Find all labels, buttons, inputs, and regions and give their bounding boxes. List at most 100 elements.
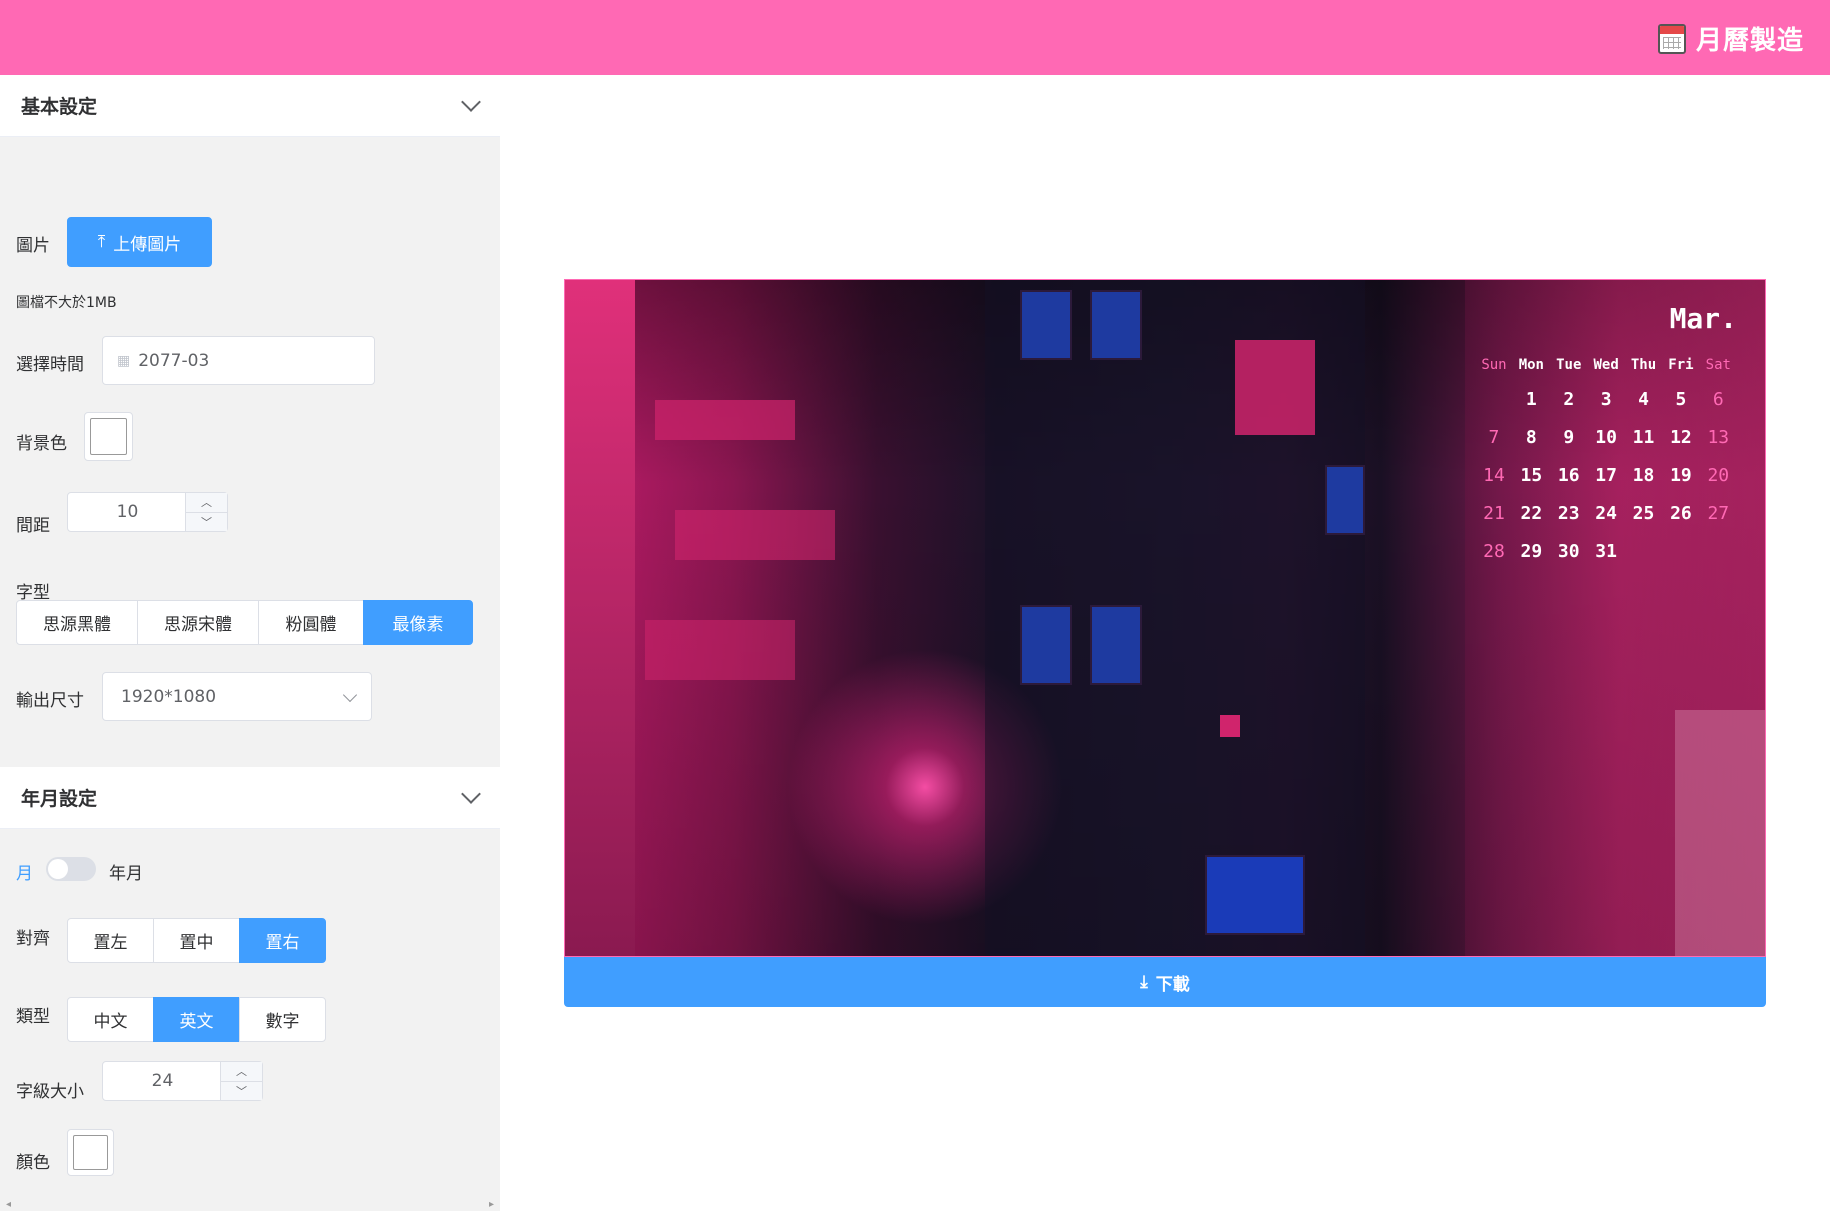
balcony bbox=[675, 510, 835, 560]
building-left bbox=[565, 280, 635, 956]
time-label: 選擇時間 bbox=[16, 355, 84, 375]
align-option-0[interactable]: 置左 bbox=[67, 918, 154, 963]
lit-window bbox=[1235, 340, 1315, 435]
brand[interactable]: 月曆製造 bbox=[1657, 20, 1804, 57]
download-button-label: 下載 bbox=[1155, 974, 1190, 995]
basic-settings-body: 圖片 ⤒ 上傳圖片 圖檔不大於1MB 選擇時間 ▦ 2077-03 背景色 間距… bbox=[0, 137, 500, 767]
scroll-right-icon[interactable]: ▸ bbox=[489, 1199, 494, 1210]
calendar-day bbox=[1700, 537, 1737, 567]
output-size-value: 1920*1080 bbox=[121, 686, 217, 707]
type-button-group: 中文 英文 數字 bbox=[67, 997, 326, 1042]
decrease-icon[interactable]: ﹀ bbox=[186, 513, 227, 532]
brand-title: 月曆製造 bbox=[1695, 26, 1804, 56]
shutter bbox=[1675, 710, 1765, 956]
calendar-day: 24 bbox=[1595, 503, 1617, 524]
year-month-toggle[interactable] bbox=[46, 857, 96, 881]
calendar-day: 26 bbox=[1670, 503, 1692, 524]
calendar-day: 15 bbox=[1520, 465, 1543, 486]
font-size-input[interactable]: 24 ︿ ﹀ bbox=[102, 1061, 263, 1101]
calendar-day: 9 bbox=[1563, 427, 1575, 448]
calendar-day: 5 bbox=[1675, 389, 1687, 410]
basic-settings-title: 基本設定 bbox=[21, 96, 98, 118]
month-settings-title: 年月設定 bbox=[21, 788, 98, 810]
increase-icon[interactable]: ︿ bbox=[186, 493, 227, 513]
font-option-3[interactable]: 最像素 bbox=[363, 600, 473, 645]
calendar-icon bbox=[1657, 23, 1686, 54]
chevron-down-icon[interactable] bbox=[461, 91, 481, 112]
bg-color-swatch bbox=[90, 418, 127, 455]
weekday-sun: Sun bbox=[1481, 357, 1507, 373]
scroll-left-icon[interactable]: ◂ bbox=[6, 1199, 11, 1210]
output-size-label: 輸出尺寸 bbox=[16, 691, 84, 711]
font-size-stepper[interactable]: ︿ ﹀ bbox=[220, 1062, 262, 1100]
window bbox=[1325, 465, 1365, 535]
type-option-1[interactable]: 英文 bbox=[153, 997, 240, 1042]
basic-settings-header[interactable]: 基本設定 bbox=[0, 75, 500, 137]
calendar-day: 23 bbox=[1557, 503, 1580, 524]
type-label: 類型 bbox=[16, 1007, 50, 1027]
calendar-small-icon: ▦ bbox=[117, 352, 131, 369]
bg-color-picker[interactable] bbox=[84, 412, 133, 461]
chevron-down-icon[interactable] bbox=[461, 783, 481, 804]
toggle-knob bbox=[48, 859, 68, 879]
month-color-picker[interactable] bbox=[67, 1129, 114, 1176]
calendar-day bbox=[1662, 537, 1699, 567]
calendar-day: 2 bbox=[1563, 389, 1575, 410]
spacing-stepper[interactable]: ︿ ﹀ bbox=[185, 493, 227, 531]
calendar-day: 10 bbox=[1595, 427, 1617, 448]
weekday-sat: Sat bbox=[1705, 357, 1731, 373]
download-icon: ⤓ bbox=[1140, 972, 1148, 992]
image-label: 圖片 bbox=[16, 236, 50, 256]
month-settings-header[interactable]: 年月設定 bbox=[0, 767, 500, 829]
balcony bbox=[655, 400, 795, 440]
align-option-2[interactable]: 置右 bbox=[239, 918, 326, 963]
horizontal-scrollbar[interactable]: ◂ ▸ bbox=[0, 1199, 500, 1211]
calendar-day: 30 bbox=[1557, 541, 1580, 562]
weekday-fri: Fri bbox=[1668, 357, 1694, 373]
calendar-day: 14 bbox=[1483, 465, 1505, 486]
calendar-day: 28 bbox=[1483, 541, 1505, 562]
window bbox=[1205, 855, 1305, 935]
bg-color-label: 背景色 bbox=[16, 434, 67, 454]
calendar-day: 25 bbox=[1632, 503, 1655, 524]
output-size-select[interactable]: 1920*1080 bbox=[102, 672, 372, 721]
font-size-label: 字級大小 bbox=[16, 1082, 84, 1102]
upload-hint: 圖檔不大於1MB bbox=[16, 295, 117, 311]
calendar-preview: Mar. Sun Mon Tue Wed Thu Fri Sat 1 2 3 4… bbox=[564, 279, 1766, 957]
window bbox=[1020, 290, 1072, 360]
window bbox=[1090, 290, 1142, 360]
calendar-day: 6 bbox=[1712, 389, 1724, 410]
spacing-input[interactable]: 10 ︿ ﹀ bbox=[67, 492, 228, 532]
calendar-day: 18 bbox=[1632, 465, 1655, 486]
download-button[interactable]: ⤓ 下載 bbox=[564, 957, 1766, 1007]
month-picker[interactable]: ▦ 2077-03 bbox=[102, 336, 375, 385]
calendar-day: 31 bbox=[1595, 541, 1617, 562]
align-label: 對齊 bbox=[16, 929, 50, 949]
increase-icon[interactable]: ︿ bbox=[221, 1062, 262, 1082]
upload-image-button[interactable]: ⤒ 上傳圖片 bbox=[67, 217, 212, 267]
color-label: 顏色 bbox=[16, 1153, 50, 1173]
type-option-2[interactable]: 數字 bbox=[239, 997, 326, 1042]
calendar-day: 21 bbox=[1483, 503, 1505, 524]
upload-icon: ⤒ bbox=[97, 232, 106, 252]
font-option-2[interactable]: 粉圓體 bbox=[258, 600, 364, 645]
font-size-value: 24 bbox=[151, 1071, 174, 1091]
window bbox=[1090, 605, 1142, 685]
spacing-label: 間距 bbox=[16, 516, 50, 536]
font-option-0[interactable]: 思源黑體 bbox=[16, 600, 138, 645]
month-color-swatch bbox=[73, 1135, 108, 1170]
calendar-day bbox=[1625, 537, 1662, 567]
decrease-icon[interactable]: ﹀ bbox=[221, 1082, 262, 1101]
toggle-month-label: 月 bbox=[16, 864, 33, 884]
type-option-0[interactable]: 中文 bbox=[67, 997, 154, 1042]
calendar-day: 12 bbox=[1670, 427, 1692, 448]
balcony bbox=[645, 620, 795, 680]
calendar-day: 29 bbox=[1520, 541, 1543, 562]
calendar-day: 11 bbox=[1632, 427, 1655, 448]
calendar-day: 7 bbox=[1488, 427, 1500, 448]
align-button-group: 置左 置中 置右 bbox=[67, 918, 326, 963]
calendar-month: Mar. bbox=[1669, 302, 1737, 335]
calendar-day: 8 bbox=[1525, 427, 1537, 448]
align-option-1[interactable]: 置中 bbox=[153, 918, 240, 963]
font-option-1[interactable]: 思源宋體 bbox=[137, 600, 259, 645]
